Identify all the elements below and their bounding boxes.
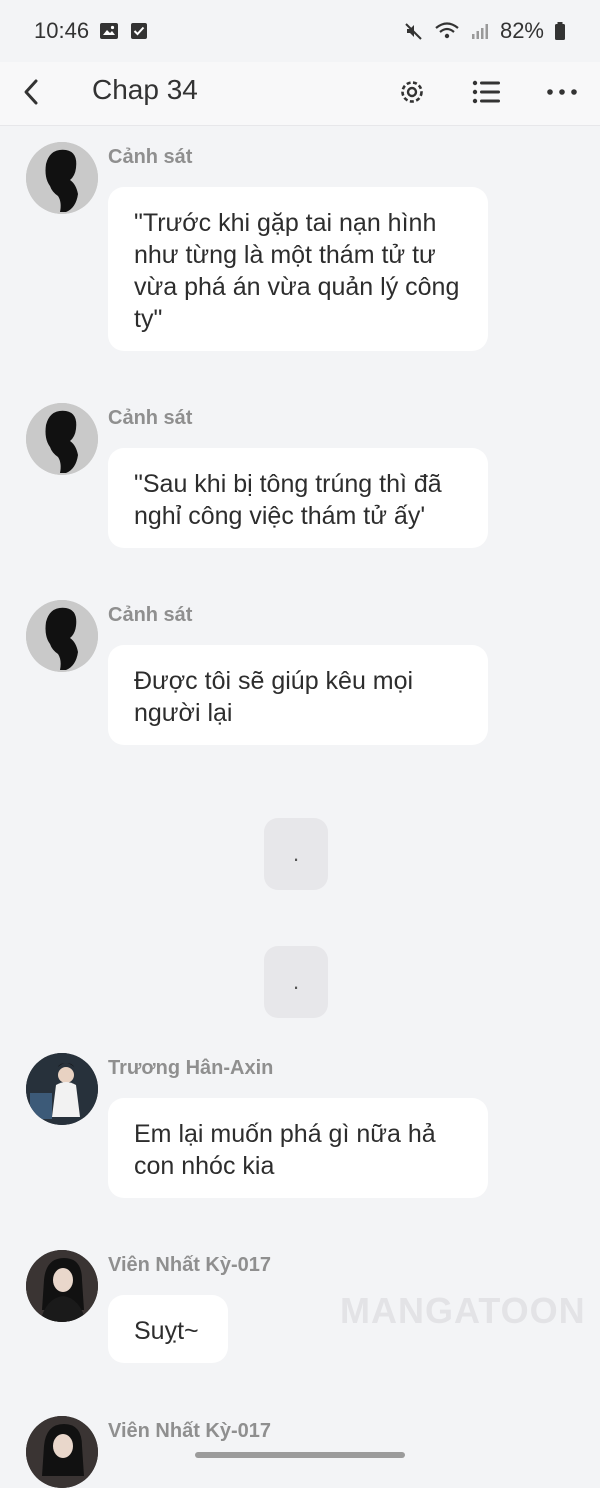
message-bubble: "Trước khi gặp tai nạn hình như từng là …	[108, 187, 488, 351]
silhouette-avatar-icon	[26, 600, 98, 672]
sender-name: Cảnh sát	[108, 146, 193, 168]
avatar[interactable]	[26, 1053, 98, 1125]
checkbox-icon	[131, 23, 148, 39]
battery-icon	[555, 22, 565, 40]
avatar[interactable]	[26, 403, 98, 475]
battery-percent: 82%	[499, 18, 544, 43]
avatar[interactable]	[26, 1250, 98, 1322]
narration-bubble: .	[264, 818, 328, 890]
sender-name: Viên Nhất Kỳ-017	[108, 1420, 272, 1442]
sender-name: Viên Nhất Kỳ-017	[108, 1254, 272, 1276]
gallery-icon	[100, 23, 119, 39]
message-bubble: "Sau khi bị tông trúng thì đã nghỉ công …	[108, 448, 488, 548]
more-button[interactable]	[542, 72, 582, 112]
wifi-icon	[435, 22, 459, 39]
chapter-list-button[interactable]	[467, 72, 507, 112]
chapter-title: Chap 34	[92, 74, 198, 105]
status-time: 10:46	[34, 18, 90, 43]
mute-icon	[405, 23, 422, 40]
sender-name: Trương Hân-Axin	[108, 1057, 274, 1079]
more-dots-icon	[547, 89, 577, 95]
gear-icon	[401, 81, 423, 103]
photo-avatar-icon	[26, 1053, 98, 1125]
list-icon	[472, 80, 500, 104]
silhouette-avatar-icon	[26, 403, 98, 475]
back-button[interactable]	[16, 74, 46, 110]
signal-icon	[471, 24, 488, 39]
avatar[interactable]	[26, 600, 98, 672]
chevron-left-icon	[24, 79, 38, 105]
sender-name: Cảnh sát	[108, 407, 193, 429]
photo-avatar-icon	[26, 1416, 98, 1488]
message-bubble: Suỵt~	[108, 1295, 228, 1363]
message-bubble: Em lại muốn phá gì nữa hả con nhóc kia	[108, 1098, 488, 1198]
home-indicator[interactable]	[195, 1452, 405, 1458]
message-bubble: Được tôi sẽ giúp kêu mọi người lại	[108, 645, 488, 745]
sender-name: Cảnh sát	[108, 604, 193, 626]
settings-button[interactable]	[392, 72, 432, 112]
photo-avatar-icon	[26, 1250, 98, 1322]
watermark: MANGATOON	[340, 1290, 586, 1331]
narration-bubble: .	[264, 946, 328, 1018]
avatar[interactable]	[26, 142, 98, 214]
avatar[interactable]	[26, 1416, 98, 1488]
silhouette-avatar-icon	[26, 142, 98, 214]
app-header: Chap 34	[0, 62, 600, 126]
status-bar: 10:46 82%	[0, 0, 600, 62]
